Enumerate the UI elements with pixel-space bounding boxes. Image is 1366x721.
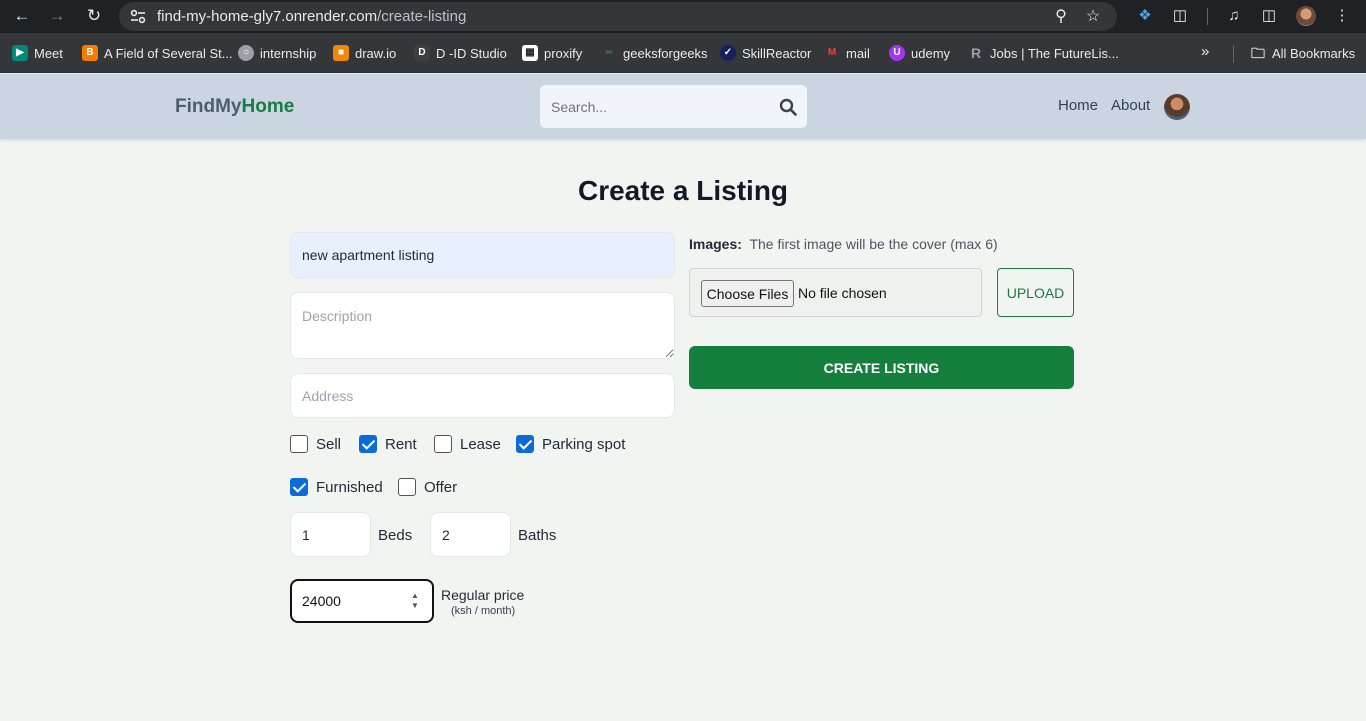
media-control-icon[interactable]: ♫ bbox=[1224, 6, 1244, 26]
checkbox-box[interactable] bbox=[290, 478, 308, 496]
checkbox-box[interactable] bbox=[516, 435, 534, 453]
price-unit-label: (ksh / month) bbox=[451, 605, 516, 617]
beds-label: Beds bbox=[378, 527, 413, 544]
browser-profile-avatar[interactable] bbox=[1296, 6, 1316, 26]
name-field[interactable] bbox=[290, 232, 675, 278]
choose-files-button[interactable]: Choose Files bbox=[701, 280, 794, 307]
search-icon[interactable] bbox=[779, 98, 797, 116]
description-field[interactable] bbox=[290, 292, 675, 359]
extensions-puzzle-icon[interactable]: ◫ bbox=[1170, 6, 1190, 26]
checkbox-sell[interactable]: Sell bbox=[290, 435, 341, 453]
page-title: Create a Listing bbox=[577, 175, 789, 206]
gfg-icon: ∞ bbox=[605, 47, 613, 58]
bookmark-udemy[interactable]: U udemy bbox=[889, 44, 950, 62]
checkbox-furnished[interactable]: Furnished bbox=[290, 478, 383, 496]
beds-field[interactable] bbox=[290, 512, 371, 557]
checkbox-box[interactable] bbox=[359, 435, 377, 453]
bookmark-futurelist[interactable]: R Jobs | The FutureLis... bbox=[968, 44, 1119, 62]
logo[interactable]: FindMyHome bbox=[175, 96, 294, 118]
create-listing-button[interactable]: CREATE LISTING bbox=[689, 346, 1074, 389]
proxify-icon: ▦ bbox=[522, 45, 538, 61]
address-bar[interactable]: find-my-home-gly7.onrender.com/create-li… bbox=[119, 2, 1117, 31]
baths-label: Baths bbox=[518, 527, 557, 544]
side-panel-icon[interactable]: ◫ bbox=[1259, 6, 1279, 26]
bookmarks-bar: ▶ Meet B A Field of Several St... ○ inte… bbox=[0, 33, 1366, 73]
reload-icon[interactable]: ↻ bbox=[81, 4, 107, 28]
forward-arrow-icon[interactable]: → bbox=[44, 4, 70, 28]
checkbox-box[interactable] bbox=[398, 478, 416, 496]
search-input[interactable] bbox=[540, 85, 770, 128]
number-spinner-icon[interactable]: ▲ ▼ bbox=[411, 591, 419, 611]
bookmark-skillreactor[interactable]: ✓ SkillReactor bbox=[720, 44, 811, 62]
avatar[interactable] bbox=[1164, 94, 1190, 120]
meet-icon: ▶ bbox=[12, 45, 28, 61]
browser-toolbar: ← → ↻ find-my-home-gly7.onrender.com/cre… bbox=[0, 0, 1366, 33]
bookmark-proxify[interactable]: ▦ proxify bbox=[522, 44, 582, 62]
images-label: Images: The first image will be the cove… bbox=[689, 236, 998, 252]
did-icon: D bbox=[414, 45, 430, 61]
more-bookmarks-icon[interactable]: » bbox=[1201, 43, 1209, 60]
extension-icon[interactable]: ❖ bbox=[1135, 6, 1155, 26]
bookmark-meet[interactable]: ▶ Meet bbox=[12, 44, 63, 62]
udemy-icon: U bbox=[889, 45, 905, 61]
bookmark-star-icon[interactable]: ☆ bbox=[1083, 7, 1103, 27]
nav-about[interactable]: About bbox=[1111, 97, 1150, 114]
blogger-icon: B bbox=[82, 45, 98, 61]
gmail-icon: M bbox=[827, 47, 837, 58]
globe-icon: ○ bbox=[238, 45, 254, 61]
all-bookmarks[interactable]: 🗀 All Bookmarks bbox=[1250, 44, 1355, 62]
checkbox-rent[interactable]: Rent bbox=[359, 435, 417, 453]
upload-button[interactable]: UPLOAD bbox=[997, 268, 1074, 317]
url-text[interactable]: find-my-home-gly7.onrender.com/create-li… bbox=[157, 8, 466, 25]
back-arrow-icon[interactable]: ← bbox=[9, 4, 35, 28]
bookmark-drawio[interactable]: ■ draw.io bbox=[333, 44, 396, 62]
site-settings-icon[interactable] bbox=[129, 8, 147, 25]
bookmark-did-studio[interactable]: D D -ID Studio bbox=[414, 44, 507, 62]
checkbox-offer[interactable]: Offer bbox=[398, 478, 457, 496]
regular-price-label: Regular price bbox=[441, 587, 525, 603]
bookmark-mail[interactable]: M mail bbox=[824, 44, 870, 62]
baths-field[interactable] bbox=[430, 512, 511, 557]
file-input[interactable]: Choose Files No file chosen bbox=[689, 268, 982, 317]
file-status: No file chosen bbox=[798, 285, 887, 301]
checkbox-box[interactable] bbox=[434, 435, 452, 453]
zoom-icon[interactable]: ⚲ bbox=[1051, 7, 1071, 27]
skillreactor-icon: ✓ bbox=[720, 45, 736, 61]
bookmark-internship[interactable]: ○ internship bbox=[238, 44, 316, 62]
checkbox-lease[interactable]: Lease bbox=[434, 435, 501, 453]
regular-price-field[interactable]: 24000 ▲ ▼ bbox=[290, 579, 434, 623]
checkbox-box[interactable] bbox=[290, 435, 308, 453]
checkbox-parking-spot[interactable]: Parking spot bbox=[516, 435, 625, 453]
menu-kebab-icon[interactable]: ⋮ bbox=[1332, 6, 1352, 26]
futurelist-icon: R bbox=[970, 45, 982, 61]
search-bar bbox=[540, 85, 807, 128]
app-header: FindMyHome Home About bbox=[0, 74, 1366, 139]
folder-icon: 🗀 bbox=[1251, 45, 1265, 61]
drawio-icon: ■ bbox=[333, 45, 349, 61]
address-field[interactable] bbox=[290, 373, 675, 418]
nav-home[interactable]: Home bbox=[1058, 97, 1098, 114]
bookmark-geeksforgeeks[interactable]: ∞ geeksforgeeks bbox=[601, 44, 707, 62]
bookmark-field[interactable]: B A Field of Several St... bbox=[82, 44, 233, 62]
